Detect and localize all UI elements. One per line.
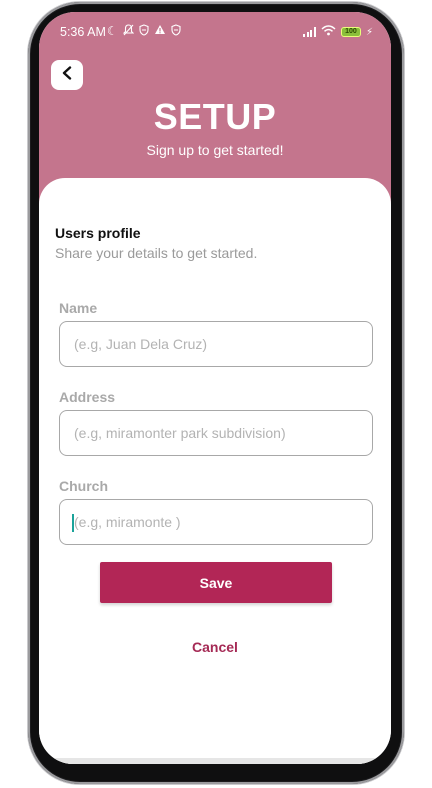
wifi-icon [321,25,336,39]
shield-icon [139,24,149,39]
shield-icon [171,24,181,39]
address-input[interactable] [59,410,373,456]
notification-icons: ☾ [107,24,181,39]
name-input[interactable] [59,321,373,367]
bell-off-icon [122,24,135,39]
back-button[interactable] [51,60,83,90]
app-screen: 5:36 AM ☾ 100 ⚡ SETUP Sign up to get sta… [39,12,391,764]
page-subtitle: Sign up to get started! [146,142,284,158]
form-card [39,178,391,764]
church-input[interactable] [59,499,373,545]
battery-icon: 100 [340,27,361,37]
address-label: Address [59,389,116,405]
church-label: Church [59,478,108,494]
section-title: Users profile [55,225,141,241]
text-cursor [72,514,74,532]
screen-bottom-edge [39,758,391,764]
chevron-left-icon [61,65,73,85]
status-bar: 5:36 AM ☾ 100 ⚡ [39,12,391,46]
page-title: SETUP [153,96,277,137]
charging-icon: ⚡ [365,26,373,38]
cancel-button[interactable]: Cancel [165,636,265,658]
battery-level: 100 [345,28,357,35]
warning-icon [154,24,166,39]
name-label: Name [59,300,98,316]
save-button[interactable]: Save [100,562,332,603]
system-status: 100 ⚡ [303,25,373,39]
signal-icon [303,27,316,37]
section-subtitle: Share your details to get started. [55,245,258,261]
moon-icon: ☾ [107,24,118,38]
status-time: 5:36 AM [60,25,106,39]
